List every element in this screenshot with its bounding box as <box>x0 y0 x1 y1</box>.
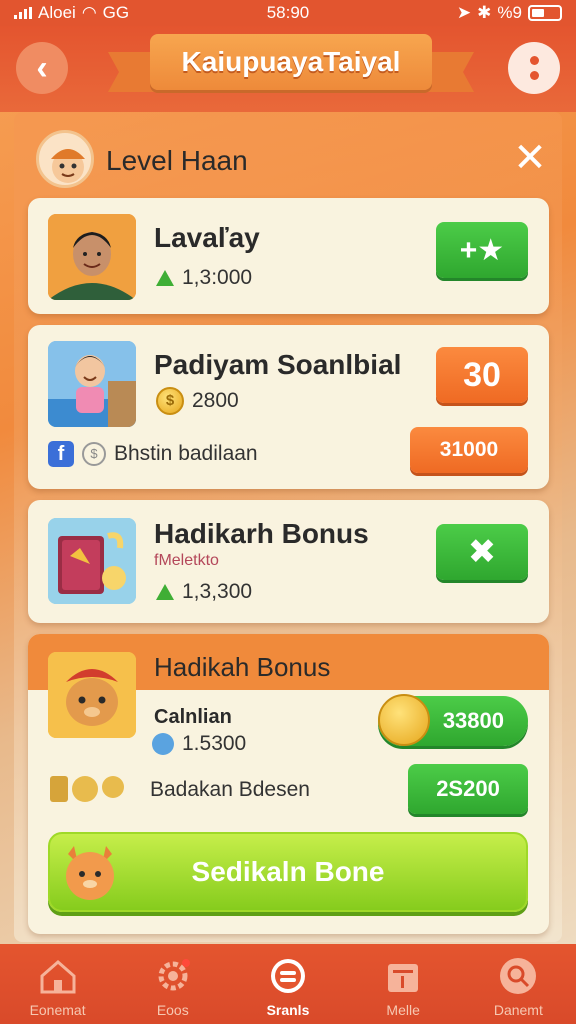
coin-icon: $ <box>156 387 184 415</box>
footer-amount-button[interactable]: 31000 <box>410 427 528 473</box>
page-title: KaiupuayaTaiyal <box>150 34 432 90</box>
nav-label: Sranls <box>266 1002 310 1018</box>
close-icon[interactable]: ✕ <box>510 138 550 178</box>
status-time: 58:90 <box>266 3 310 22</box>
more-dot-icon <box>529 71 539 80</box>
settings-gear-icon <box>158 959 190 991</box>
card-caption: fMeletkto <box>154 552 219 569</box>
bonus-value-row: 1.5300 <box>152 732 246 756</box>
nav-label: Danemt <box>493 1002 543 1018</box>
nav-item-stats[interactable]: Sranls <box>238 956 338 1018</box>
bonus-name: Calnlian <box>154 706 232 728</box>
chevron-left-icon: ‹ <box>36 48 48 87</box>
collect-bonus-label: Sedikaln Bone <box>191 856 385 887</box>
blue-coin-icon <box>152 733 174 755</box>
nav-label: Eoos <box>156 1002 189 1018</box>
footer-label: Bhstin badilaan <box>114 442 258 465</box>
claim-star-icon: +★ <box>459 233 505 267</box>
character-thumbnail <box>48 341 136 427</box>
back-button[interactable]: ‹ <box>16 42 68 94</box>
card-value-row: 1,3,300 <box>156 580 252 604</box>
level-badge-button[interactable]: 30 <box>436 347 528 403</box>
card-name: Padiyam Soanlbial <box>154 349 402 380</box>
bonus-row-button[interactable]: 2S200 <box>408 764 528 814</box>
nav-item-shop[interactable]: Melle <box>353 956 453 1018</box>
coin-amount-label: 33800 <box>442 708 504 733</box>
claim-button[interactable]: +★ <box>436 222 528 278</box>
bonus-value: 1.5300 <box>182 732 247 755</box>
battery-icon <box>528 5 562 21</box>
card-value: 2800 <box>192 389 239 412</box>
search-icon <box>500 958 537 994</box>
nav-label: Eonemat <box>29 1002 86 1018</box>
reward-card: Lavaľay 1,3:000 +★ <box>28 198 549 314</box>
bonus-row: Badakan Bdesen <box>50 776 310 804</box>
more-dot-icon <box>529 56 539 65</box>
bonus-claim-button[interactable]: ✖ <box>436 524 528 580</box>
more-button[interactable] <box>508 42 560 94</box>
bonus-detail-card: Hadikah Bonus Calnlian 1.5300 33800 Bada… <box>28 634 549 934</box>
cross-arrow-icon: ✖ <box>467 533 497 571</box>
card-value-row: 1,3:000 <box>156 266 252 290</box>
shop-icon <box>388 964 419 992</box>
stats-icon <box>270 959 305 993</box>
nav-item-home[interactable]: Eonemat <box>8 956 108 1018</box>
nav-item-settings[interactable]: Eoos <box>123 956 223 1018</box>
home-icon <box>40 960 76 994</box>
app-header: ‹ KaiupuayaTaiyal <box>0 26 576 112</box>
bear-thumbnail <box>48 652 136 738</box>
card-name: Lavaľay <box>154 222 260 253</box>
card-value: 1,3,300 <box>182 580 253 603</box>
bonus-card: Hadikarh Bonus fMeletkto 1,3,300 ✖ <box>28 500 549 623</box>
big-coin-icon <box>378 694 430 746</box>
gold-bars-icon <box>50 776 130 804</box>
player-photo <box>48 214 136 300</box>
bonus-row-label: Badakan Bdesen <box>150 778 310 801</box>
status-bar: Aloei ◠ GG 58:90 ➤ ✱ %9 <box>0 0 576 26</box>
card-value: 1,3:000 <box>182 266 253 289</box>
bonus-header-title: Hadikah Bonus <box>154 652 331 682</box>
panel-title: Level Haan <box>106 145 248 176</box>
card-value-row: $ 2800 <box>156 387 239 415</box>
fox-mascot-icon <box>58 840 122 904</box>
player-avatar <box>36 130 94 188</box>
coin-outline-icon: $ <box>82 442 106 466</box>
book-thumbnail <box>48 518 136 604</box>
card-footer-row: f $ Bhstin badilaan <box>48 441 258 467</box>
facebook-icon: f <box>48 441 74 467</box>
nav-label: Melle <box>386 1002 420 1018</box>
reward-card: Padiyam Soanlbial $ 2800 30 f $ Bhstin b… <box>28 325 549 489</box>
nav-item-search[interactable]: Danemt <box>468 956 568 1018</box>
card-name: Hadikarh Bonus <box>154 518 369 549</box>
arrow-up-icon <box>156 584 174 600</box>
bottom-nav: Eonemat Eoos Sranls Melle Danemt <box>0 944 576 1024</box>
arrow-up-icon <box>156 270 174 286</box>
